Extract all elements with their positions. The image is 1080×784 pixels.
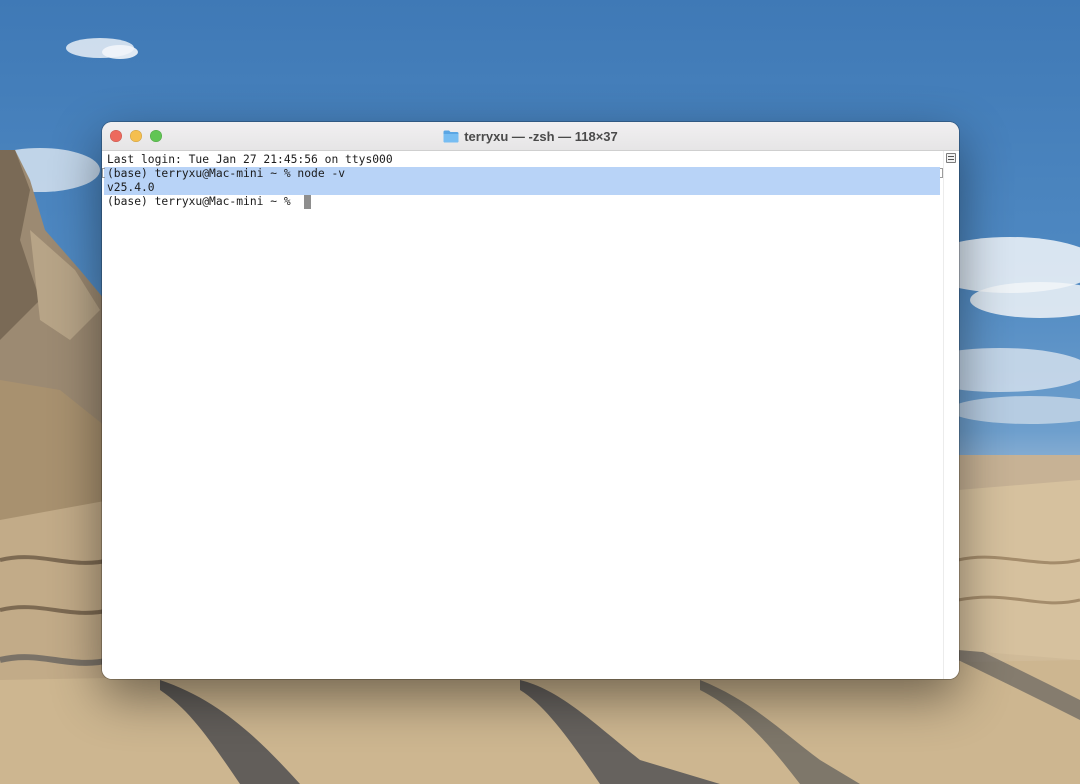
folder-icon xyxy=(443,130,459,142)
text-cursor xyxy=(304,195,311,209)
title-bar[interactable]: terryxu — -zsh — 118×37 xyxy=(102,122,959,151)
terminal-line-prompt: (base) terryxu@Mac-mini ~ % xyxy=(107,195,298,208)
terminal-content[interactable]: Last login: Tue Jan 27 21:45:56 on ttys0… xyxy=(102,151,944,679)
marks-icon[interactable] xyxy=(946,153,956,163)
scrollbar-gutter[interactable] xyxy=(943,151,959,679)
terminal-line-output: v25.4.0 xyxy=(107,181,155,194)
terminal-line-command: (base) terryxu@Mac-mini ~ % node -v xyxy=(107,167,346,180)
mark-bracket-left xyxy=(102,168,105,178)
terminal-window: terryxu — -zsh — 118×37 Last login: Tue … xyxy=(102,122,959,679)
terminal-line-last-login: Last login: Tue Jan 27 21:45:56 on ttys0… xyxy=(107,153,393,166)
window-title-text: terryxu — -zsh — 118×37 xyxy=(464,128,618,144)
window-title: terryxu — -zsh — 118×37 xyxy=(102,122,959,150)
